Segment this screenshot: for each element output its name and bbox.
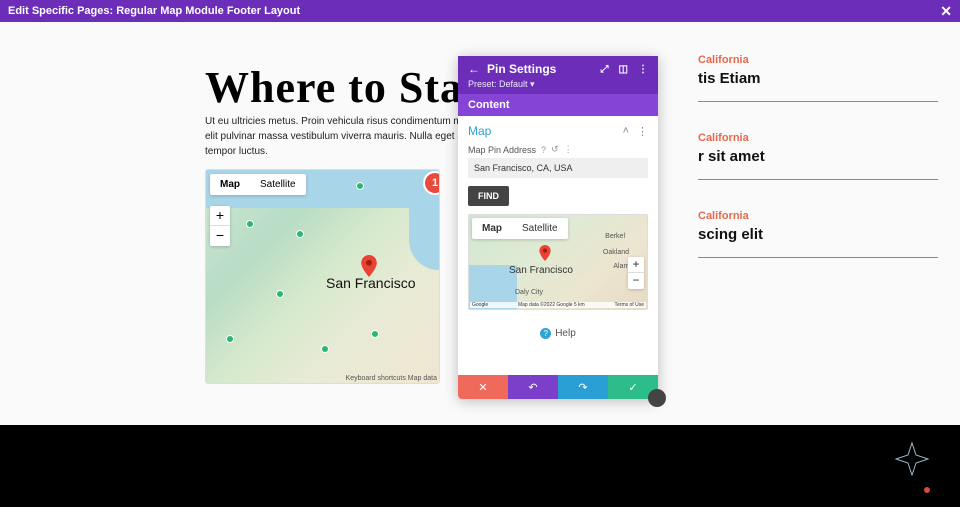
city-label: Daly City (515, 289, 543, 296)
sparkle-icon (894, 441, 930, 477)
field-label-row: Map Pin Address ? ↺ ⋮ (468, 144, 648, 155)
map-poi-icon (356, 182, 364, 190)
preview-map-tabs: Map Satellite (472, 218, 568, 239)
expand-icon[interactable]: ⤢ (601, 64, 609, 75)
preview-pin-icon (539, 245, 551, 261)
snap-icon[interactable]: ◫ (619, 64, 628, 75)
map-poi-icon (226, 335, 234, 343)
divider (698, 257, 938, 258)
map-poi-icon (296, 230, 304, 238)
map-tab-map[interactable]: Map (210, 174, 250, 195)
resize-handle[interactable] (648, 389, 666, 407)
map-center-label: San Francisco (326, 275, 415, 291)
credits-right[interactable]: Terms of Use (615, 302, 644, 308)
preview-sf-label: San Francisco (509, 265, 573, 276)
page-content: Where to Stay Ut eu ultricies metus. Pro… (0, 22, 960, 507)
zoom-in-button[interactable]: + (210, 206, 230, 226)
pin-number-badge[interactable]: 1 (425, 173, 440, 193)
editor-top-bar: Edit Specific Pages: Regular Map Module … (0, 0, 960, 22)
map-pin-icon (361, 255, 377, 277)
credits-mid: Map data ©2022 Google 5 km (518, 302, 585, 308)
divider (698, 179, 938, 180)
list-item-title: tis Etiam (698, 70, 938, 87)
list-item-title: r sit amet (698, 148, 938, 165)
preview-tab-map[interactable]: Map (472, 218, 512, 239)
map-preview[interactable]: Map Satellite San Francisco Berkel Oakla… (468, 214, 648, 310)
preview-zoom-out[interactable]: − (628, 273, 644, 289)
undo-button[interactable]: ↶ (508, 375, 558, 399)
section-more-icon[interactable]: ⋮ (637, 125, 648, 138)
field-label: Map Pin Address (468, 145, 536, 155)
editor-title: Edit Specific Pages: Regular Map Module … (8, 5, 300, 17)
map-poi-icon (276, 290, 284, 298)
divider (698, 101, 938, 102)
main-map[interactable]: Map Satellite + − San Francisco Keyboard… (205, 169, 440, 384)
modal-body: Map ˄ ⋮ Map Pin Address ? ↺ ⋮ San Franci… (458, 116, 658, 375)
map-poi-icon (246, 220, 254, 228)
map-credits: Keyboard shortcuts Map data (346, 375, 437, 382)
list-item-category: California (698, 54, 938, 66)
modal-title: Pin Settings (487, 62, 556, 76)
cancel-button[interactable]: ✕ (458, 375, 508, 399)
map-poi-icon (321, 345, 329, 353)
redo-button[interactable]: ↷ (558, 375, 608, 399)
more-icon[interactable]: ⋮ (638, 64, 648, 75)
preset-selector[interactable]: Preset: Default ▾ (468, 79, 648, 90)
address-input[interactable]: San Francisco, CA, USA (468, 158, 648, 178)
preview-credits: Google Map data ©2022 Google 5 km Terms … (470, 302, 646, 308)
notification-dot-icon (924, 487, 930, 493)
city-label: Oakland (603, 249, 629, 256)
modal-action-bar: ✕ ↶ ↷ ✓ (458, 375, 658, 399)
pin-settings-modal: ← Pin Settings ⤢ ◫ ⋮ Preset: Default ▾ C… (458, 56, 658, 399)
credits-left: Google (472, 302, 488, 308)
preview-zoom-controls: + − (628, 257, 644, 289)
field-more-icon[interactable]: ⋮ (564, 144, 573, 155)
map-type-tabs: Map Satellite (210, 174, 306, 195)
help-link[interactable]: ? Help (468, 328, 648, 339)
list-item[interactable]: California scing elit (698, 210, 938, 258)
close-icon[interactable]: ✕ (940, 3, 952, 20)
help-label: Help (555, 328, 576, 339)
page-heading: Where to Stay (205, 62, 486, 113)
section-title[interactable]: Map (468, 124, 491, 138)
reset-icon[interactable]: ↺ (551, 144, 559, 155)
sidebar-list: California tis Etiam California r sit am… (698, 54, 938, 288)
map-tab-satellite[interactable]: Satellite (250, 174, 306, 195)
list-item-category: California (698, 132, 938, 144)
chevron-up-icon[interactable]: ˄ (623, 125, 629, 138)
find-button[interactable]: FIND (468, 186, 509, 206)
list-item[interactable]: California r sit amet (698, 132, 938, 180)
modal-tab-content[interactable]: Content (458, 94, 658, 116)
map-zoom-controls: + − (210, 206, 230, 246)
city-label: Berkel (605, 233, 625, 240)
modal-header[interactable]: ← Pin Settings ⤢ ◫ ⋮ Preset: Default ▾ (458, 56, 658, 94)
zoom-out-button[interactable]: − (210, 226, 230, 246)
list-item-title: scing elit (698, 226, 938, 243)
preview-tab-satellite[interactable]: Satellite (512, 218, 568, 239)
bottom-bar (0, 425, 960, 507)
list-item-category: California (698, 210, 938, 222)
list-item[interactable]: California tis Etiam (698, 54, 938, 102)
back-arrow-icon[interactable]: ← (468, 62, 480, 76)
help-icon[interactable]: ? (541, 145, 546, 155)
help-badge-icon: ? (540, 328, 551, 339)
preview-zoom-in[interactable]: + (628, 257, 644, 273)
map-poi-icon (371, 330, 379, 338)
